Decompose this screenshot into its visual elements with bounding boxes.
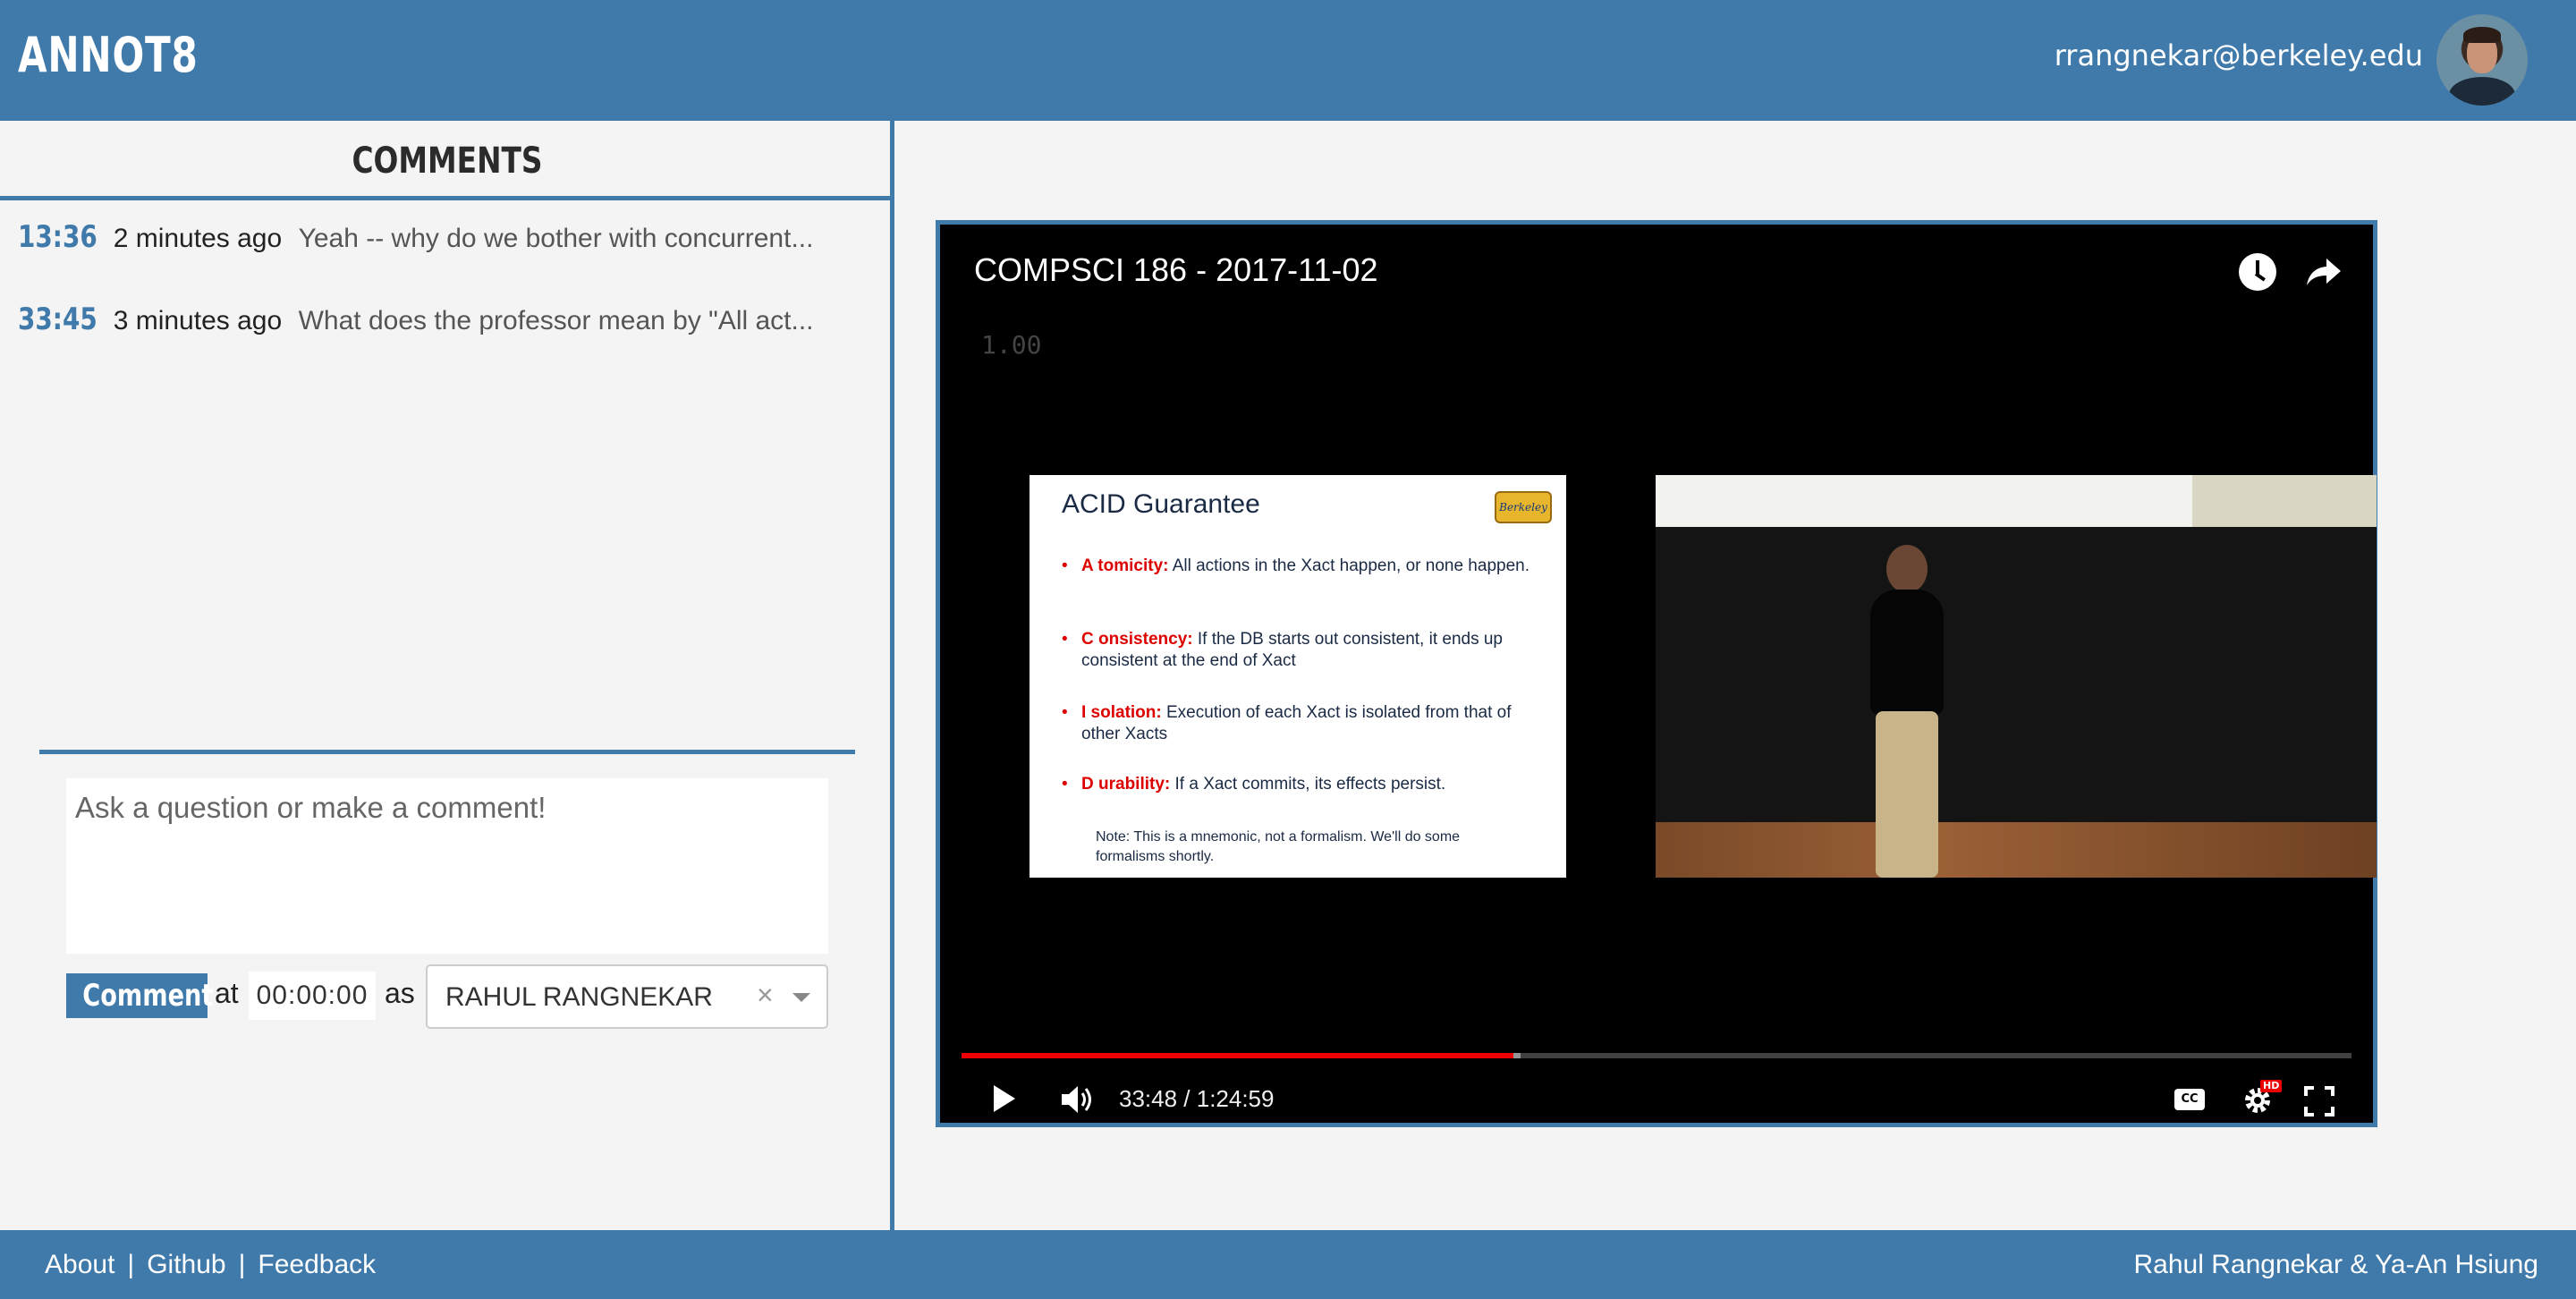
stage-floor [1656, 822, 2377, 878]
bullet-icon: • [1062, 556, 1068, 575]
comments-heading: COMMENTS [352, 140, 543, 182]
github-link[interactable]: Github [147, 1250, 225, 1279]
bullet-icon: • [1062, 630, 1068, 649]
lecturer-legs [1876, 711, 1938, 878]
avatar-hair [2463, 27, 2501, 43]
comments-sidebar: COMMENTS 13:36 2 minutes ago Yeah -- why… [0, 121, 894, 1230]
slide-title: ACID Guarantee [1062, 489, 1260, 519]
play-icon[interactable] [994, 1085, 1015, 1112]
lecture-camera-feed [1656, 475, 2377, 878]
bullet-icon: • [1062, 775, 1068, 794]
timestamp-input[interactable] [249, 972, 376, 1020]
author-select[interactable]: RAHUL RANGNEKAR × [426, 964, 828, 1029]
lecturer [1852, 545, 1969, 878]
lecture-slide: ACID Guarantee Berkeley • A tomicity: Al… [1030, 475, 1566, 878]
chevron-down-icon[interactable] [792, 993, 810, 1002]
clock-icon[interactable] [2239, 253, 2276, 291]
comment-text: Yeah -- why do we bother with concurrent… [298, 224, 814, 253]
comment-timestamp[interactable]: 13:36 [18, 219, 97, 255]
bullet-icon: • [1062, 703, 1068, 722]
slide-bullet: • D urability: If a Xact commits, its ef… [1062, 774, 1545, 795]
hd-badge: HD [2260, 1080, 2283, 1092]
feedback-link[interactable]: Feedback [258, 1250, 376, 1279]
top-header: ANNOT8 rrangnekar@berkeley.edu [0, 0, 2576, 121]
footer-separator: | [127, 1250, 135, 1279]
comment-input[interactable] [66, 778, 828, 954]
lecturer-head [1886, 545, 1928, 593]
progress-bar[interactable] [962, 1053, 2351, 1058]
user-email: rrangnekar@berkeley.edu [2054, 38, 2423, 72]
clear-icon[interactable]: × [757, 979, 774, 1012]
bullet-key: A tomicity: [1081, 556, 1169, 575]
lecturer-torso [1870, 590, 1944, 715]
comment-item[interactable]: 33:45 3 minutes ago What does the profes… [18, 301, 814, 346]
bullet-text: All actions in the Xact happen, or none … [1168, 556, 1530, 575]
author-name: RAHUL RANGNEKAR [445, 982, 713, 1012]
bullet-key: I solation: [1081, 703, 1162, 722]
volume-icon[interactable] [1058, 1082, 1096, 1117]
user-avatar[interactable] [2436, 14, 2528, 106]
comment-button[interactable]: Comment [66, 973, 213, 1018]
share-icon[interactable] [2303, 251, 2344, 293]
bullet-text: If a Xact commits, its effects persist. [1170, 775, 1446, 794]
as-label: as [385, 977, 415, 1009]
slide-note: Note: This is a mnemonic, not a formalis… [1096, 829, 1461, 864]
at-label: at [215, 977, 239, 1009]
comment-text: What does the professor mean by "All act… [298, 306, 814, 335]
bullet-key: D urability: [1081, 775, 1171, 794]
comment-timestamp[interactable]: 33:45 [18, 301, 97, 337]
slide-bullet: • I solation: Execution of each Xact is … [1062, 702, 1545, 745]
compose-divider [39, 750, 855, 754]
berkeley-logo: Berkeley [1495, 491, 1552, 523]
heading-divider [0, 196, 894, 200]
chalkboard [1656, 527, 2377, 822]
app-logo[interactable]: ANNOT8 [18, 27, 199, 83]
video-title[interactable]: COMPSCI 186 - 2017-11-02 [974, 251, 1378, 289]
footer-separator: | [238, 1250, 246, 1279]
footer-credits: Rahul Rangnekar & Ya-An Hsiung [2133, 1250, 2539, 1279]
cc-icon[interactable]: CC [2174, 1089, 2205, 1110]
playback-speed: 1.00 [981, 330, 1042, 360]
comment-age: 3 minutes ago [113, 306, 283, 335]
about-link[interactable]: About [45, 1250, 114, 1279]
avatar-shirt [2449, 77, 2515, 106]
footer-links: About | Github | Feedback [45, 1250, 376, 1280]
time-display: 33:48 / 1:24:59 [1119, 1085, 1275, 1112]
slide-bullet: • C onsistency: If the DB starts out con… [1062, 629, 1545, 672]
slide-bullet: • A tomicity: All actions in the Xact ha… [1062, 556, 1545, 577]
bullet-key: C onsistency: [1081, 630, 1193, 649]
projector-screen [1656, 475, 2192, 527]
comment-button-label: Comment [82, 978, 214, 1014]
comment-age: 2 minutes ago [113, 224, 283, 253]
fullscreen-icon[interactable] [2303, 1085, 2335, 1117]
footer: About | Github | Feedback Rahul Rangnekar & … [0, 1230, 2576, 1299]
progress-played [962, 1053, 1513, 1058]
comment-item[interactable]: 13:36 2 minutes ago Yeah -- why do we bo… [18, 219, 813, 264]
video-player[interactable]: COMPSCI 186 - 2017-11-02 1.00 ACID Guara… [936, 220, 2377, 1127]
